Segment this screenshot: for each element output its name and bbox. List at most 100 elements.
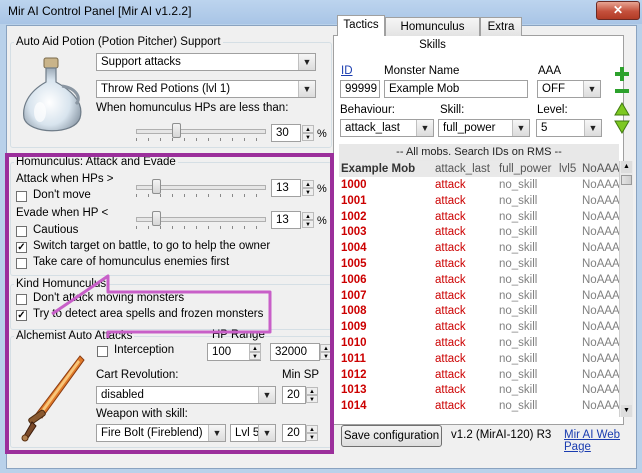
- save-configuration-button[interactable]: Save configuration: [341, 425, 442, 447]
- behaviour-label: Behaviour:: [340, 104, 395, 116]
- web-page-link[interactable]: Mir AI Web Page: [564, 429, 642, 453]
- mob-aaa: NoAAA: [582, 273, 620, 286]
- mob-list-scrollbar[interactable]: ▲ ▼: [619, 161, 633, 417]
- scroll-up-icon[interactable]: ▲: [621, 161, 632, 173]
- aaa-label: AAA: [538, 65, 562, 77]
- mob-row[interactable]: 1014 attack no_skill NoAAA: [339, 398, 632, 414]
- tab-tactics[interactable]: Tactics: [337, 15, 385, 36]
- mob-skill: no_skill: [499, 194, 538, 207]
- mob-row[interactable]: 1012 attack no_skill NoAAA: [339, 367, 632, 383]
- mob-aaa: NoAAA: [582, 305, 620, 318]
- flask-icon: [23, 57, 82, 132]
- monster-name-value: Example Mob: [389, 83, 460, 95]
- mob-skill: no_skill: [499, 242, 538, 255]
- id-input[interactable]: 99999: [340, 80, 380, 98]
- potion-hp-input[interactable]: 30: [271, 124, 301, 142]
- mob-behaviour: attack: [435, 273, 466, 286]
- mob-row[interactable]: 1007 attack no_skill NoAAA: [339, 288, 632, 304]
- mob-skill: no_skill: [499, 226, 538, 239]
- mob-row[interactable]: 1003 attack no_skill NoAAA: [339, 224, 632, 240]
- mob-row[interactable]: 1004 attack no_skill NoAAA: [339, 240, 632, 256]
- behaviour-value: attack_last: [345, 122, 400, 134]
- mob-id: 1012: [341, 368, 367, 381]
- scroll-thumb[interactable]: [621, 175, 632, 185]
- potion-hp-slider[interactable]: [136, 122, 266, 141]
- mob-row[interactable]: 1002 attack no_skill NoAAA: [339, 209, 632, 225]
- behaviour-select[interactable]: attack_last ▼: [340, 119, 434, 137]
- mob-row[interactable]: 1001 attack no_skill NoAAA: [339, 193, 632, 209]
- mob-skill: no_skill: [499, 179, 538, 191]
- mob-behaviour: attack: [435, 210, 466, 223]
- skill-select[interactable]: full_power ▼: [438, 119, 530, 137]
- mob-aaa: NoAAA: [582, 384, 620, 397]
- potion-group-label: Auto Aid Potion (Potion Pitcher) Support: [14, 36, 223, 48]
- potion-hp-spinner[interactable]: ▲ ▼: [302, 125, 314, 141]
- mob-aaa: NoAAA: [582, 337, 620, 349]
- mob-skill: no_skill: [499, 384, 538, 397]
- mob-behaviour: attack: [435, 337, 466, 349]
- mob-aaa: NoAAA: [582, 194, 620, 207]
- mob-row[interactable]: 1011 attack no_skill NoAAA: [339, 351, 632, 367]
- level-label: Level:: [537, 104, 568, 116]
- potion-when-label: When homunculus HPs are less than:: [96, 102, 289, 114]
- mob-behaviour: attack: [435, 242, 466, 255]
- potion-mode-select[interactable]: Support attacks ▼: [96, 53, 316, 71]
- arrow-up-icon[interactable]: [614, 102, 630, 116]
- annotation-arrow-icon: [51, 274, 272, 338]
- mob-id: 1010: [341, 337, 367, 349]
- id-column-link[interactable]: ID: [341, 65, 353, 77]
- tab-extra[interactable]: Extra: [480, 17, 522, 36]
- chevron-down-icon: ▼: [298, 54, 315, 70]
- potion-type-value: Throw Red Potions (lvl 1): [101, 83, 231, 95]
- mob-row[interactable]: 1008 attack no_skill NoAAA: [339, 303, 632, 319]
- mob-list: Example Mob attack_last full_power lvl5 …: [339, 161, 632, 421]
- mob-id: 1014: [341, 400, 367, 413]
- potion-type-select[interactable]: Throw Red Potions (lvl 1) ▼: [96, 80, 316, 98]
- column-name: Example Mob: [341, 163, 416, 175]
- scroll-down-icon[interactable]: ▼: [621, 405, 632, 417]
- percent-label: %: [317, 128, 327, 140]
- mob-id: 1002: [341, 210, 367, 223]
- mob-list-header: -- All mobs. Search IDs on RMS --: [339, 144, 619, 161]
- mob-list-column-header[interactable]: Example Mob attack_last full_power lvl5 …: [339, 161, 632, 177]
- mob-behaviour: attack: [435, 305, 466, 318]
- mob-row[interactable]: 1000 attack no_skill NoAAA: [339, 177, 632, 193]
- mob-behaviour: attack: [435, 352, 466, 365]
- mob-behaviour: attack: [435, 258, 466, 270]
- mob-row[interactable]: 1005 attack no_skill NoAAA: [339, 256, 632, 272]
- window-title: Mir AI Control Panel [Mir AI v1.2.2]: [8, 4, 192, 18]
- tab-homunculus-skills[interactable]: Homunculus Skills: [385, 17, 480, 51]
- plus-icon[interactable]: [614, 66, 630, 82]
- mob-skill: no_skill: [499, 289, 538, 302]
- minus-icon[interactable]: [614, 86, 630, 96]
- mob-id: 1005: [341, 258, 367, 270]
- mob-skill: no_skill: [499, 258, 538, 270]
- arrow-down-icon[interactable]: [614, 120, 630, 134]
- aaa-select[interactable]: OFF ▼: [537, 80, 601, 98]
- mob-row[interactable]: 1006 attack no_skill NoAAA: [339, 272, 632, 288]
- mob-behaviour: attack: [435, 400, 466, 413]
- column-behaviour: attack_last: [435, 163, 490, 175]
- version-label: v1.2 (MirAI-120) R3: [451, 429, 552, 441]
- mob-skill: no_skill: [499, 337, 538, 349]
- slider-track: [136, 129, 266, 134]
- mob-behaviour: attack: [435, 179, 466, 191]
- mob-behaviour: attack: [435, 194, 466, 207]
- mob-row[interactable]: 1009 attack no_skill NoAAA: [339, 319, 632, 335]
- skill-label: Skill:: [440, 104, 465, 116]
- slider-thumb[interactable]: [172, 123, 181, 138]
- mob-skill: no_skill: [499, 352, 538, 365]
- close-button[interactable]: ✕: [596, 1, 640, 20]
- level-select[interactable]: 5 ▼: [536, 119, 602, 137]
- mob-aaa: NoAAA: [582, 352, 620, 365]
- monster-name-input[interactable]: Example Mob: [384, 80, 528, 98]
- mob-id: 1004: [341, 242, 367, 255]
- chevron-down-icon: ▼: [584, 120, 601, 136]
- mob-row[interactable]: 1013 attack no_skill NoAAA: [339, 382, 632, 398]
- mob-behaviour: attack: [435, 289, 466, 302]
- mob-row[interactable]: 1010 attack no_skill NoAAA: [339, 335, 632, 351]
- monster-name-label: Monster Name: [384, 65, 460, 77]
- mob-behaviour: attack: [435, 368, 466, 381]
- mob-aaa: NoAAA: [582, 210, 620, 223]
- title-bar: Mir AI Control Panel [Mir AI v1.2.2] ✕: [0, 0, 642, 24]
